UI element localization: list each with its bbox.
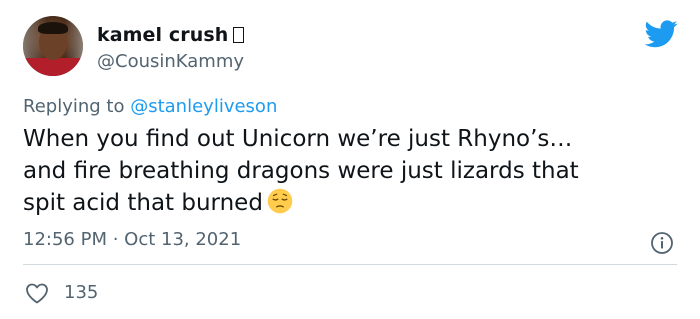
tweet-text-line: When you find out Unicorn we’re just Rhy… [23,126,573,152]
tweet-text-line-last: spit acid that burned [23,187,673,219]
heart-outline-icon[interactable] [24,282,50,304]
replying-to-label: Replying to [23,96,125,117]
author-handle[interactable]: @CousinKammy [97,51,244,72]
replying-to-line: Replying to @stanleyliveson [23,96,277,117]
divider [23,264,677,265]
pensive-face-emoji-icon [267,188,293,214]
author-display-name[interactable]: kamel crush [97,24,245,46]
tweet-card: kamel crush @CousinKammy Replying to @st… [0,0,700,319]
tweet-body: When you find out Unicorn we’re just Rhy… [23,123,673,219]
missing-glyph-icon [233,27,245,43]
tweet-text-line: and fire breathing dragons were just liz… [23,158,579,184]
author-name-text[interactable]: kamel crush [97,24,228,46]
tweet-text-line: spit acid that burned [23,190,263,216]
tweet-timestamp[interactable]: 12:56 PM · Oct 13, 2021 [23,229,241,250]
user-avatar[interactable] [23,16,83,76]
like-count[interactable]: 135 [64,282,98,303]
info-icon[interactable] [650,231,674,255]
twitter-bird-icon[interactable] [645,20,678,48]
reply-mention-link[interactable]: @stanleyliveson [130,96,277,117]
